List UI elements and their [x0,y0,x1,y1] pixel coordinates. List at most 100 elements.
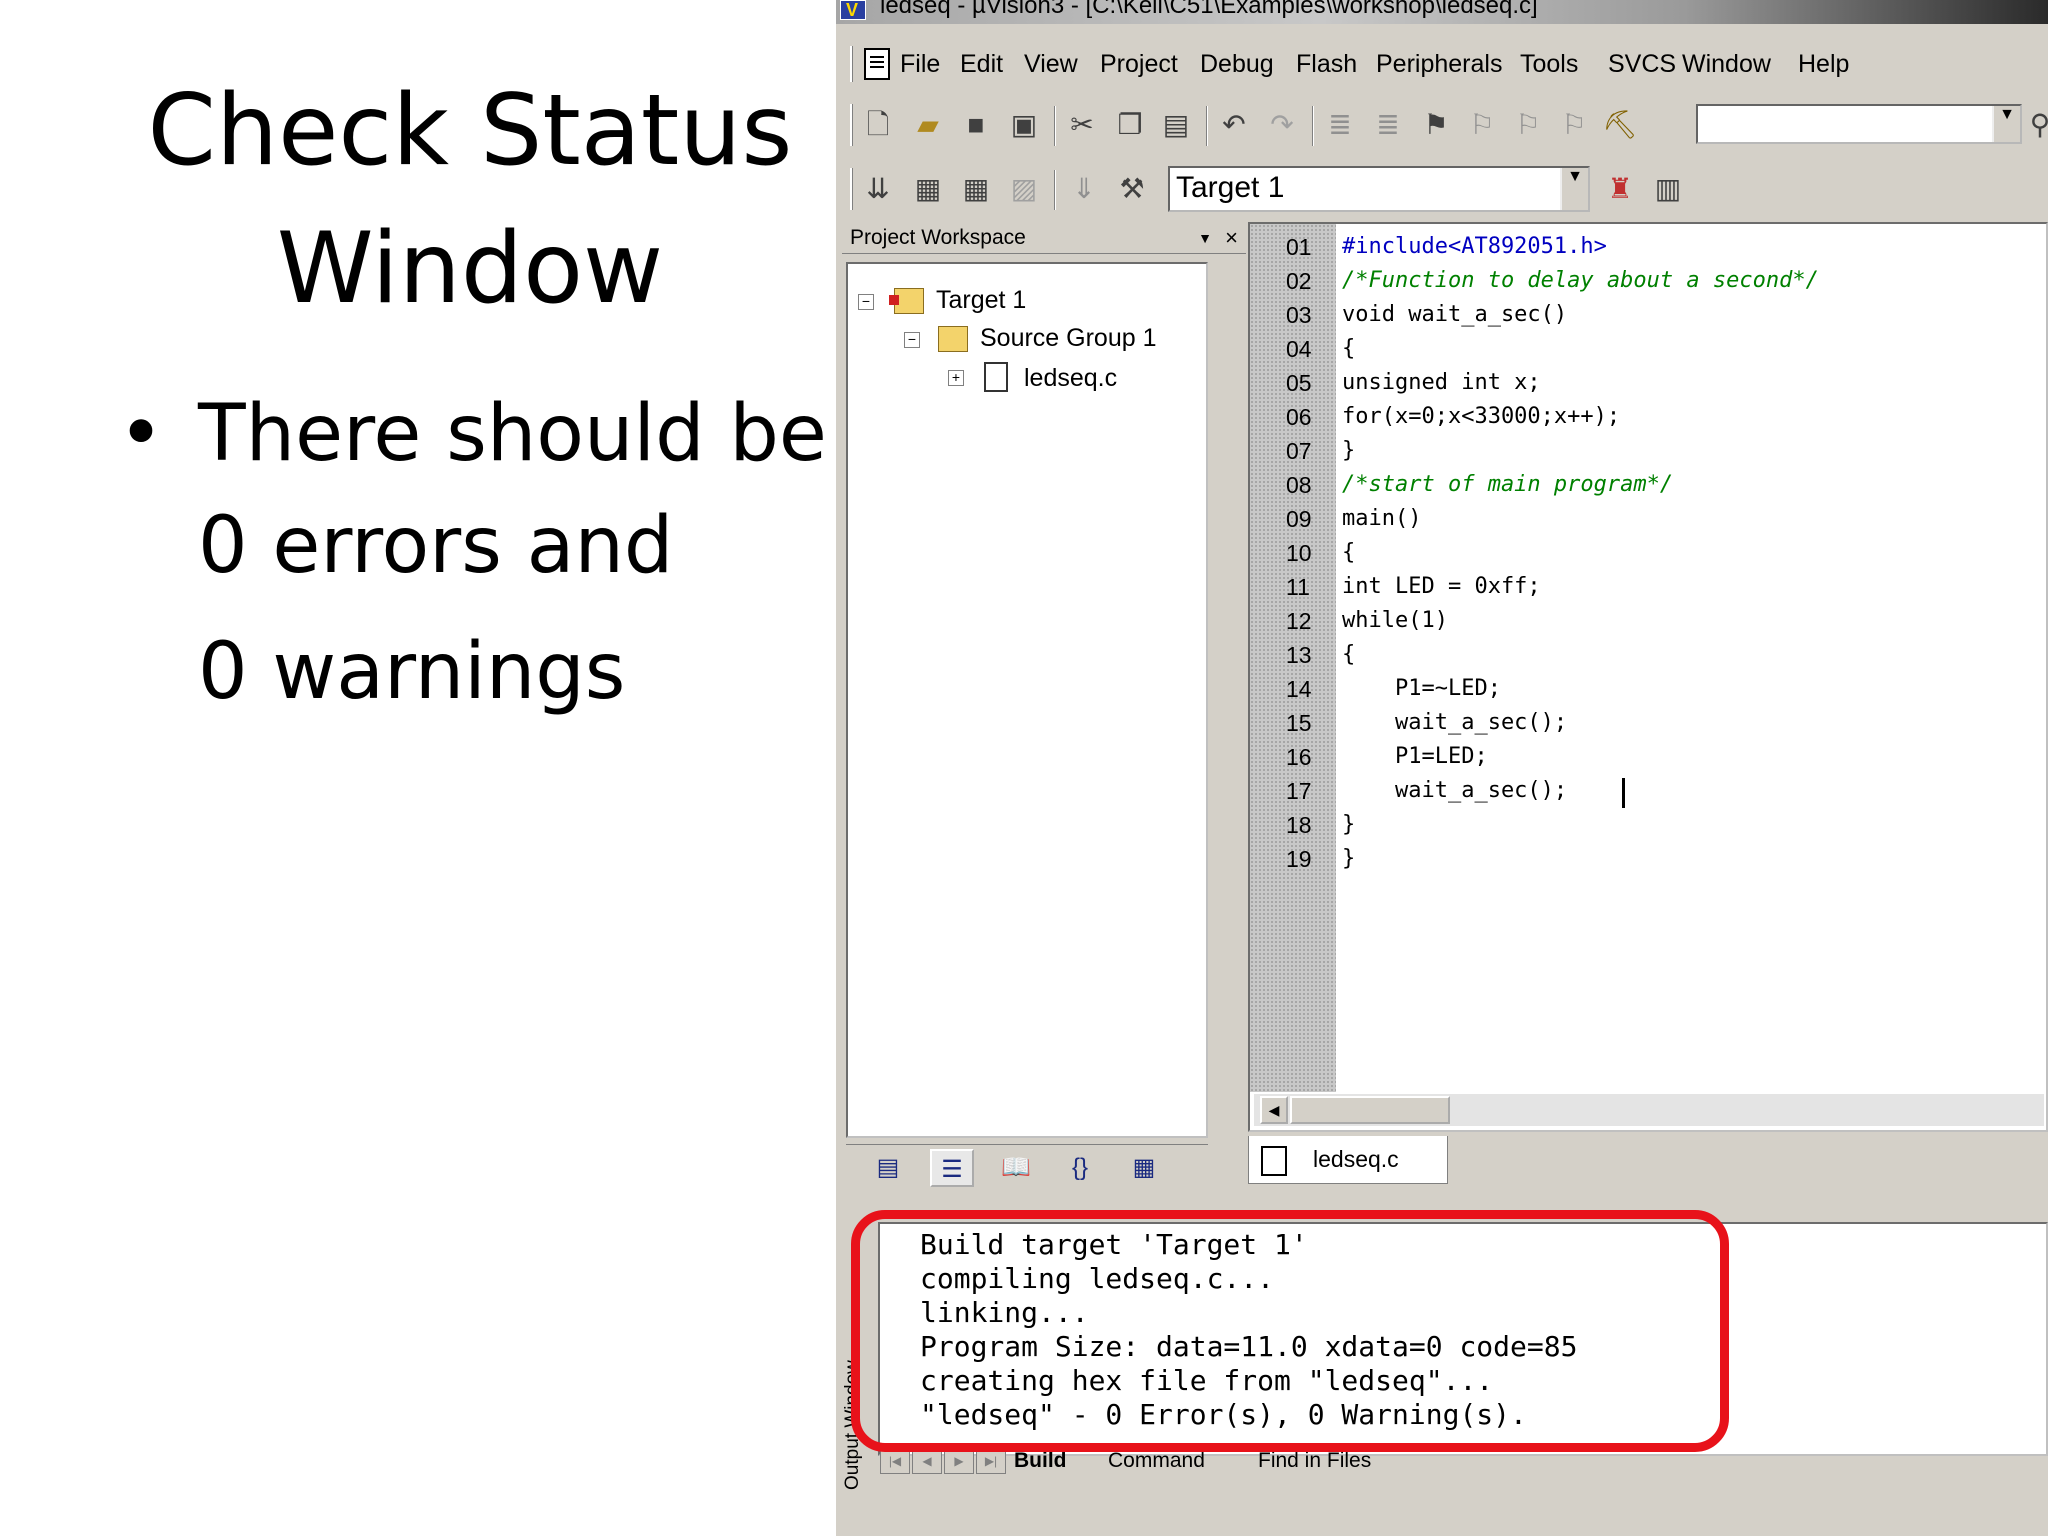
rebuild-all-button[interactable]: ▦ [958,172,994,206]
translate-icon: ⇊ [866,173,890,204]
load-icon: ⇓ [1072,173,1096,204]
cut-button[interactable]: ✂ [1064,108,1100,142]
slide-title-line1: Check Status [147,74,793,188]
workspace-menu-icon[interactable]: ▼ [1198,222,1212,254]
open-file-button[interactable]: ▰ [910,108,946,142]
tree-item-file[interactable]: ledseq.c [1024,360,1117,396]
menu-help[interactable]: Help [1798,40,1849,88]
target-select-value: Target 1 [1176,171,1285,204]
find-in-files-button[interactable]: ⛏ [1602,108,1638,142]
target-select[interactable]: Target 1 ▼ [1168,166,1590,212]
code-line: /*start of main program*/ [1342,472,1674,497]
toolbar-grip[interactable] [850,104,853,146]
find-combo[interactable]: ▼ [1696,104,2022,144]
build-toolbar: ⇊ ▦ ▦ ▨ ⇓ ⚒ Target 1 ▼ ♜ ▥ [836,158,2048,218]
document-icon[interactable] [864,48,890,80]
menu-project[interactable]: Project [1100,40,1178,88]
save-button[interactable]: ■ [958,108,994,142]
bookmark-button[interactable]: ⚑ [1418,108,1454,142]
menu-tools[interactable]: Tools [1520,40,1578,88]
functions-tab[interactable]: {} [1058,1149,1102,1187]
new-file-button[interactable]: 🗋 [860,108,896,142]
download-button[interactable]: ⇓ [1066,172,1102,206]
menubar-grip[interactable] [850,46,853,82]
find-combo-arrow-icon[interactable]: ▼ [1992,106,2020,142]
editor-frame[interactable]: 01 02 03 04 05 06 07 08 09 10 11 12 13 1… [1248,222,2048,1132]
code-line: main() [1342,506,1422,531]
copy-button[interactable]: ❐ [1112,108,1148,142]
menu-view[interactable]: View [1024,40,1078,88]
line-number: 09 [1286,506,1312,532]
bullet-dot: • [118,389,165,479]
paste-button[interactable]: ▤ [1158,108,1194,142]
code-line: while(1) [1342,608,1448,633]
project-tree: − Target 1 − Source Group 1 + ledseq.c [846,262,1208,1138]
stop-build-button[interactable]: ▨ [1006,172,1042,206]
files-tab[interactable]: ▤ [866,1149,910,1187]
line-number: 18 [1286,812,1312,838]
text-caret [1622,778,1625,808]
stop-build-icon: ▨ [1010,173,1038,204]
menu-file[interactable]: File [900,40,940,88]
indent-button[interactable]: ≣ [1322,108,1358,142]
c-source-file-icon [1261,1146,1287,1176]
menu-svcs[interactable]: SVCS [1608,40,1676,88]
horizontal-scrollbar[interactable]: ◀ [1254,1094,2044,1126]
code-line: } [1342,438,1356,463]
menu-flash[interactable]: Flash [1296,40,1357,88]
redo-button[interactable]: ↷ [1264,108,1300,142]
scroll-thumb[interactable] [1290,1096,1450,1124]
translate-button[interactable]: ⇊ [860,172,896,206]
books-tab[interactable]: 📖 [994,1149,1038,1187]
clear-bookmarks-button[interactable]: ⚐ [1556,108,1592,142]
line-number: 11 [1286,574,1310,600]
unindent-button[interactable]: ≣ [1370,108,1406,142]
code-line: unsigned int x; [1342,370,1541,395]
line-number: 10 [1286,540,1312,566]
code-editor: 01 02 03 04 05 06 07 08 09 10 11 12 13 1… [1246,222,2048,1188]
regs-tab[interactable]: ☰ [930,1149,974,1187]
code-line: /*Function to delay about a second*/ [1342,268,1819,293]
expand-file-icon[interactable]: + [948,370,964,386]
prev-bookmark-icon: ⚐ [1469,109,1495,140]
prev-bookmark-button[interactable]: ⚐ [1464,108,1500,142]
menu-edit[interactable]: Edit [960,40,1003,88]
scissors-icon: ✂ [1070,109,1094,140]
menu-window[interactable]: Window [1682,40,1771,88]
bullet-line1: There should be [198,389,827,479]
new-file-icon: 🗋 [866,109,890,140]
code-line: #include<AT892051.h> [1342,234,1607,259]
line-number: 13 [1286,642,1312,668]
file-extensions-button[interactable]: ▥ [1650,172,1686,206]
target-options-button[interactable]: ⚒ [1114,172,1150,206]
workspace-close-icon[interactable]: × [1225,222,1238,254]
window-title: ledseq - µVision3 - [C:\Keil\C51\Example… [880,0,1538,19]
next-bookmark-button[interactable]: ⚐ [1510,108,1546,142]
templates-tab[interactable]: ▦ [1122,1149,1166,1187]
find-button[interactable]: ⚲ [2022,108,2048,142]
tree-item-target[interactable]: Target 1 [936,282,1026,318]
code-line: { [1342,336,1356,361]
scroll-left-icon[interactable]: ◀ [1260,1096,1288,1124]
menu-peripherals[interactable]: Peripherals [1376,40,1502,88]
editor-tab-ledseq[interactable]: ledseq.c [1248,1136,1448,1184]
line-number: 12 [1286,608,1312,634]
save-all-button[interactable]: ▣ [1006,108,1042,142]
code-line: { [1342,642,1356,667]
code-line: { [1342,540,1356,565]
build-toolbar-grip[interactable] [850,168,853,210]
collapse-target-icon[interactable]: − [858,294,874,310]
build-target-button[interactable]: ▦ [910,172,946,206]
components-button[interactable]: ♜ [1602,172,1638,206]
title-bar[interactable]: ledseq - µVision3 - [C:\Keil\C51\Example… [836,0,2048,24]
target-select-arrow-icon[interactable]: ▼ [1560,168,1588,210]
workspace-tabs: ▤ ☰ 📖 {} ▦ [846,1144,1208,1188]
undo-button[interactable]: ↶ [1216,108,1252,142]
menu-debug[interactable]: Debug [1200,40,1274,88]
folder-icon [938,326,968,352]
tree-item-source-group[interactable]: Source Group 1 [980,320,1157,356]
chip-icon: ▥ [1654,173,1682,204]
copy-icon: ❐ [1117,109,1143,140]
collapse-group-icon[interactable]: − [904,332,920,348]
line-number: 06 [1286,404,1312,430]
